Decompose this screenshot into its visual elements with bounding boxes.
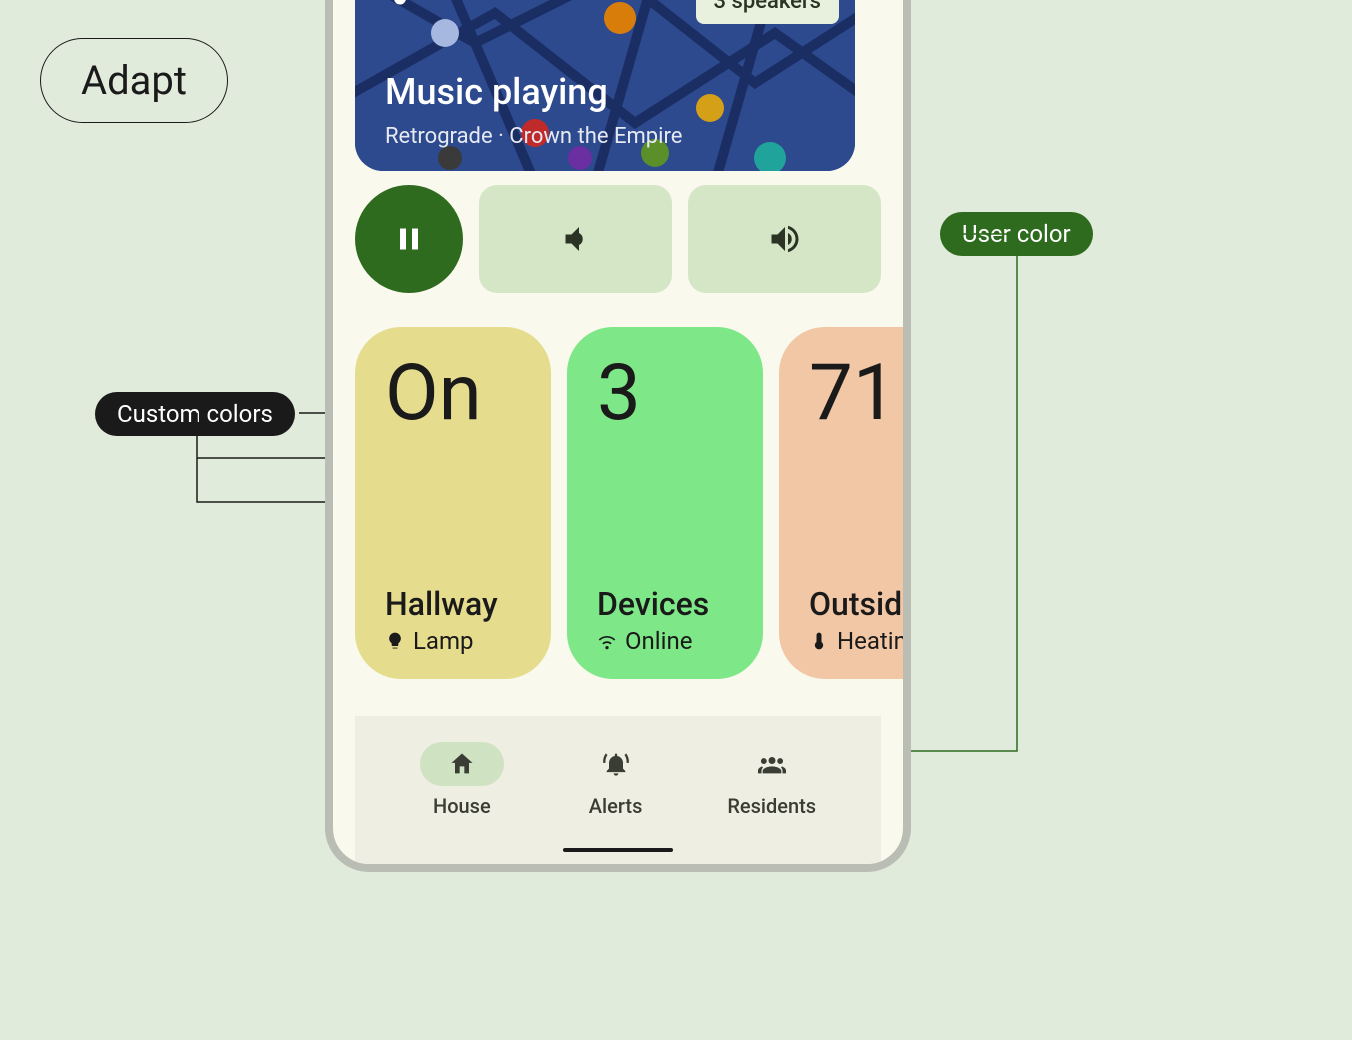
nav-label: Residents (727, 794, 816, 818)
nav-pill (574, 742, 658, 786)
tile-hallway[interactable]: On Hallway Lamp (355, 327, 551, 679)
adapt-chip: Adapt (40, 38, 228, 123)
music-title: Music playing (385, 71, 608, 113)
music-note-icon (385, 0, 421, 9)
bulb-icon (385, 631, 405, 651)
speakers-chip-text: 3 speakers (714, 0, 821, 14)
annotation-user-color: User color (940, 212, 1093, 256)
tile-sub-text: Heating (837, 627, 911, 655)
nav-pill (730, 742, 814, 786)
pause-icon (391, 221, 427, 257)
volume-high-icon (767, 221, 803, 257)
annotation-user-color-text: User color (962, 220, 1071, 248)
media-controls (355, 185, 881, 293)
annotation-custom-colors: Custom colors (95, 392, 295, 436)
speakers-chip[interactable]: 3 speakers (696, 0, 839, 24)
tile-big-value: On (385, 355, 521, 433)
house-icon (448, 750, 476, 778)
bottom-nav: House Alerts Residents (355, 716, 881, 864)
nav-house[interactable]: House (420, 742, 504, 818)
home-indicator (563, 848, 673, 852)
nav-pill-active (420, 742, 504, 786)
tile-row: On Hallway Lamp 3 Devices Online (355, 327, 881, 679)
tile-big-value: 71 (809, 355, 911, 433)
nav-label: House (433, 794, 491, 818)
music-subtitle: Retrograde · Crown the Empire (385, 124, 682, 149)
wifi-icon (597, 631, 617, 651)
volume-low-icon (558, 221, 594, 257)
tile-big-value: 3 (597, 355, 733, 433)
annotation-custom-colors-text: Custom colors (117, 400, 273, 428)
tile-devices[interactable]: 3 Devices Online (567, 327, 763, 679)
music-card[interactable]: 3 speakers Music playing Retrograde · Cr… (355, 0, 855, 171)
adapt-label: Adapt (81, 57, 187, 104)
tile-name: Devices (597, 585, 733, 623)
bell-icon (602, 750, 630, 778)
tile-outside[interactable]: 71 Outside Heating (779, 327, 911, 679)
people-icon (758, 750, 786, 778)
nav-residents[interactable]: Residents (727, 742, 816, 818)
volume-low-button[interactable] (479, 185, 672, 293)
nav-label: Alerts (589, 794, 643, 818)
volume-high-button[interactable] (688, 185, 881, 293)
nav-alerts[interactable]: Alerts (574, 742, 658, 818)
pause-button[interactable] (355, 185, 463, 293)
phone-content: 3 speakers Music playing Retrograde · Cr… (355, 0, 881, 864)
tile-name: Outside (809, 585, 911, 623)
tile-name: Hallway (385, 585, 521, 623)
tile-sub-text: Lamp (413, 627, 474, 655)
tile-sub-text: Online (625, 627, 692, 655)
phone-frame: 3 speakers Music playing Retrograde · Cr… (325, 0, 911, 872)
thermo-icon (809, 631, 829, 651)
